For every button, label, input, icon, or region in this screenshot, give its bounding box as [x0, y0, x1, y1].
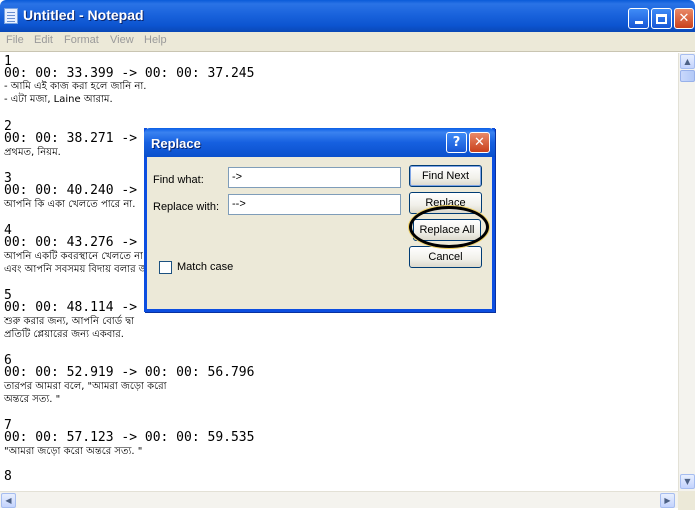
find-next-button[interactable]: Find Next — [409, 165, 482, 187]
dialog-title: Replace — [151, 136, 201, 151]
editor-line: 00: 00: 33.399 -> 00: 00: 37.245 — [4, 66, 255, 81]
help-icon: ? — [452, 135, 461, 150]
menu-help[interactable]: Help — [144, 34, 167, 46]
editor-line: আপনি কি একা খেলতে পারে না. — [4, 199, 136, 210]
minimize-button[interactable] — [628, 8, 649, 29]
find-what-label: Find what: — [153, 174, 204, 186]
match-case-checkbox[interactable] — [159, 261, 172, 274]
cancel-button[interactable]: Cancel — [409, 246, 482, 268]
maximize-button[interactable] — [651, 8, 672, 29]
window-title: Untitled - Notepad — [23, 7, 144, 23]
match-case-label[interactable]: Match case — [177, 261, 233, 273]
menu-edit[interactable]: Edit — [34, 34, 53, 46]
replace-all-button[interactable]: Replace All — [413, 219, 481, 241]
close-icon: ✕ — [678, 11, 690, 26]
editor-line: অন্তরে সত্য. " — [4, 394, 61, 405]
scroll-down-button[interactable]: ▼ — [680, 474, 695, 489]
editor-line: 00: 00: 38.271 -> — [4, 131, 138, 146]
replace-button[interactable]: Replace — [409, 192, 482, 214]
editor-line: 8 — [4, 469, 12, 484]
arrow-down-icon: ▼ — [684, 477, 691, 486]
scroll-right-button[interactable]: ▶ — [660, 493, 675, 508]
vertical-scrollbar[interactable]: ▲ ▼ — [678, 53, 695, 491]
editor-line: - আমি এই কাজ করা হলে জানি না. — [4, 81, 147, 92]
editor-line: - এটা মজা, Laine আরাম. — [4, 94, 113, 105]
notepad-icon — [4, 8, 18, 24]
editor-line: প্রতিটি প্লেয়ারের জন্য একবার. — [4, 329, 124, 340]
menu-bar: File Edit Format View Help — [0, 32, 695, 52]
find-what-input[interactable]: -> — [228, 167, 401, 188]
dialog-titlebar[interactable]: Replace ? ✕ — [144, 128, 495, 157]
editor-line: 00: 00: 57.123 -> 00: 00: 59.535 — [4, 430, 255, 445]
help-button[interactable]: ? — [446, 132, 467, 153]
replace-with-label: Replace with: — [153, 201, 220, 213]
scroll-up-button[interactable]: ▲ — [680, 54, 695, 69]
editor-line: 00: 00: 52.919 -> 00: 00: 56.796 — [4, 365, 255, 380]
editor-line: শুরু করার জন্য, আপনি বোর্ড দ্বা — [4, 316, 135, 327]
scroll-left-button[interactable]: ◀ — [1, 493, 16, 508]
arrow-up-icon: ▲ — [684, 57, 691, 66]
minimize-icon — [634, 21, 643, 24]
horizontal-scrollbar[interactable]: ◀ ▶ — [0, 491, 678, 508]
editor-line: আপনি একটি কবরস্থানে খেলতে না — [4, 251, 143, 262]
editor-line: প্রথমত, নিয়ম. — [4, 147, 61, 158]
editor-line: 00: 00: 40.240 -> — [4, 183, 138, 198]
scroll-thumb[interactable] — [680, 70, 695, 82]
menu-view[interactable]: View — [110, 34, 134, 46]
close-icon: ✕ — [474, 135, 485, 150]
close-button[interactable]: ✕ — [674, 8, 694, 29]
window-titlebar[interactable]: Untitled - Notepad ✕ — [0, 0, 695, 32]
editor-line: তারপর আমরা বলে, "আমরা জড়ো করো — [4, 381, 167, 392]
maximize-icon — [656, 13, 667, 24]
size-grip[interactable] — [678, 491, 695, 510]
editor-line: 00: 00: 48.114 -> — [4, 300, 138, 315]
arrow-right-icon: ▶ — [664, 496, 671, 505]
menu-format[interactable]: Format — [64, 34, 99, 46]
replace-with-input[interactable]: --> — [228, 194, 401, 215]
dialog-close-button[interactable]: ✕ — [469, 132, 490, 153]
editor-line: এবং আপনি সবসময় বিদায় বলার জ — [4, 264, 148, 275]
arrow-left-icon: ◀ — [5, 496, 12, 505]
editor-line: "আমরা জড়ো করো অন্তরে সত্য. " — [4, 446, 143, 457]
editor-line: 00: 00: 43.276 -> — [4, 235, 138, 250]
replace-dialog: Replace ? ✕ Find what: -> Replace with: … — [144, 128, 495, 312]
menu-file[interactable]: File — [6, 34, 24, 46]
